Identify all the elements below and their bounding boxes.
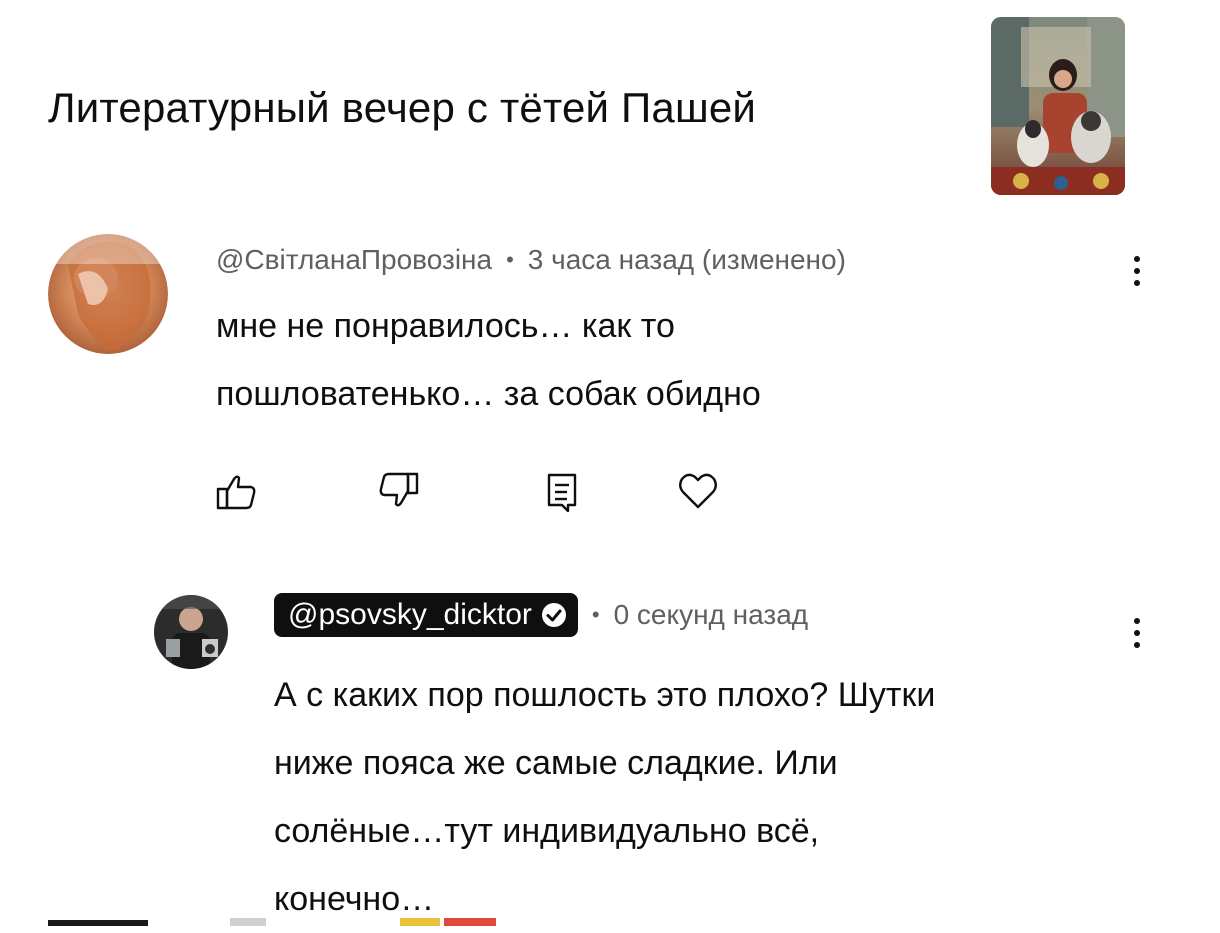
comment-time[interactable]: 3 часа назад (изменено) [528, 244, 846, 276]
comment-time[interactable]: 0 секунд назад [614, 599, 809, 631]
comment-text: мне не понравилось… как то пошловатенько… [216, 292, 1016, 428]
reply-icon [547, 473, 577, 513]
next-comment-peek [0, 912, 1220, 926]
heart-button[interactable] [676, 469, 720, 513]
video-header: Литературный вечер с тётей Пашей [0, 0, 1220, 210]
comment: @СвітланаПровозіна • 3 часа назад (измен… [0, 222, 1220, 552]
dislike-button[interactable] [377, 469, 421, 513]
avatar-image [48, 234, 168, 354]
like-icon [216, 475, 256, 510]
comment-text-line: ниже пояса же самые сладкие. Или [274, 744, 838, 782]
avatar-image [154, 595, 228, 669]
cutoff-content [48, 918, 496, 926]
verified-icon [541, 603, 566, 627]
comment-author: @psovsky_dicktor [288, 598, 532, 631]
comment-meta: @psovsky_dicktor • 0 секунд назад [274, 593, 808, 637]
comment-text-line: мне не понравилось… как то [216, 307, 675, 345]
dislike-icon [379, 472, 419, 507]
like-button[interactable] [214, 469, 258, 513]
thumbnail-image [991, 17, 1125, 195]
heart-icon [679, 473, 717, 509]
more-options-icon[interactable] [1127, 608, 1147, 658]
avatar[interactable] [154, 595, 228, 669]
avatar[interactable] [48, 234, 168, 354]
comment-text: А с каких пор пошлость это плохо? Шутки … [274, 661, 1154, 933]
comment-author[interactable]: @СвітланаПровозіна [216, 244, 492, 276]
comment-text-line: пошловатенько… за собак обидно [216, 375, 761, 413]
comment-meta: @СвітланаПровозіна • 3 часа назад (измен… [216, 242, 846, 278]
comment-actions [214, 469, 734, 513]
author-chip[interactable]: @psovsky_dicktor [274, 593, 578, 637]
meta-separator: • [506, 247, 514, 272]
video-thumbnail[interactable] [991, 17, 1125, 195]
reply-comment: @psovsky_dicktor • 0 секунд назад А с ка… [0, 585, 1220, 926]
comment-text-line: А с каких пор пошлость это плохо? Шутки [274, 676, 936, 714]
meta-separator: • [591, 602, 600, 627]
video-title: Литературный вечер с тётей Пашей [48, 84, 757, 131]
reply-button[interactable] [540, 469, 584, 513]
comment-text-line: солёные…тут индивидуально всё, [274, 812, 820, 850]
more-options-icon[interactable] [1127, 246, 1147, 296]
